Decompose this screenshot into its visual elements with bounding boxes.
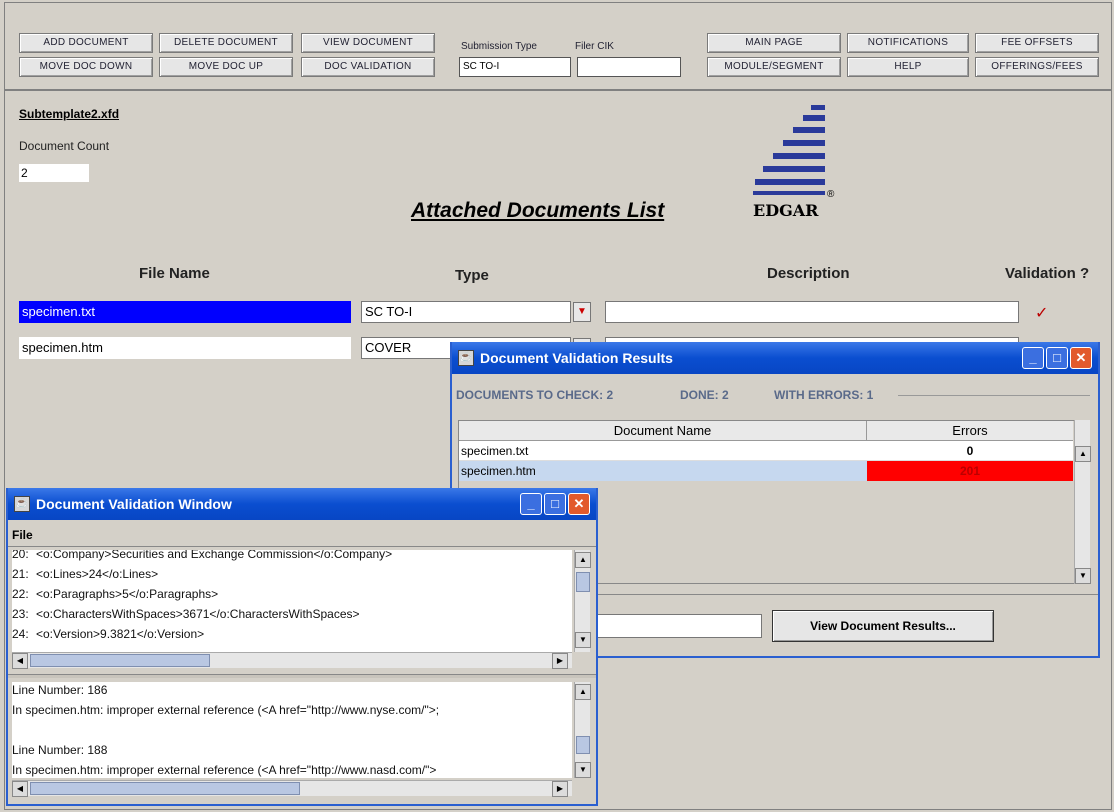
code-scrollbar-horizontal[interactable]: ◀ ▶ — [12, 652, 572, 669]
view-document-results-button[interactable]: View Document Results... — [772, 610, 994, 642]
code-line: 21: <o:Lines>24</o:Lines> — [12, 567, 159, 581]
scroll-down-icon[interactable]: ▼ — [1075, 568, 1091, 584]
col-header-validation: Validation ? — [1005, 265, 1090, 282]
filer-cik-field[interactable] — [577, 57, 681, 77]
type-field-1[interactable]: SC TO-I — [361, 301, 571, 323]
edgar-logo-text: EDGAR — [753, 201, 819, 220]
message-scrollbar-horizontal[interactable]: ◀ ▶ — [12, 780, 572, 797]
scroll-thumb[interactable] — [30, 782, 300, 795]
message-line: In specimen.htm: improper external refer… — [12, 703, 440, 717]
scroll-up-icon[interactable]: ▲ — [1075, 446, 1091, 462]
module-segment-button[interactable]: MODULE/SEGMENT — [707, 57, 841, 77]
filer-cik-label: Filer CIK — [575, 41, 614, 52]
toolbar: ADD DOCUMENT DELETE DOCUMENT VIEW DOCUME… — [5, 3, 1111, 91]
message-line: In specimen.htm: improper external refer… — [12, 763, 437, 777]
scroll-down-icon[interactable]: ▼ — [575, 632, 591, 648]
submission-type-field[interactable]: SC TO-I — [459, 57, 571, 77]
done-status: DONE: 2 — [680, 388, 729, 402]
validation-title-bar[interactable]: ☕ Document Validation Window _ □ ✕ — [8, 488, 596, 520]
registered-mark-icon: ® — [827, 189, 835, 200]
results-window-title: Document Validation Results — [480, 350, 673, 366]
validation-check-icon: ✓ — [1035, 305, 1049, 322]
result-row-name[interactable]: specimen.htm — [459, 461, 867, 481]
col-header-document-name: Document Name — [459, 421, 867, 441]
app-icon: ☕ — [14, 496, 30, 512]
results-title-bar[interactable]: ☕ Document Validation Results _ □ ✕ — [452, 342, 1098, 374]
code-line: 20: <o:Company>Securities and Exchange Co… — [12, 550, 393, 561]
code-line: 22: <o:Paragraphs>5</o:Paragraphs> — [12, 587, 219, 601]
to-check-status: DOCUMENTS TO CHECK: 2 — [456, 388, 614, 402]
fee-offsets-button[interactable]: FEE OFFSETS — [975, 33, 1099, 53]
add-document-button[interactable]: ADD DOCUMENT — [19, 33, 153, 53]
with-errors-status: WITH ERRORS: 1 — [774, 388, 874, 402]
maximize-icon[interactable]: □ — [544, 493, 566, 515]
col-header-description: Description — [767, 265, 850, 282]
scroll-left-icon[interactable]: ◀ — [12, 781, 28, 797]
page-title: Attached Documents List — [411, 199, 665, 222]
menu-divider — [8, 546, 596, 547]
move-doc-down-button[interactable]: MOVE DOC DOWN — [19, 57, 153, 77]
minimize-icon[interactable]: _ — [1022, 347, 1044, 369]
col-header-errors: Errors — [867, 421, 1073, 441]
minimize-icon[interactable]: _ — [520, 493, 542, 515]
document-count-label: Document Count — [19, 139, 110, 153]
scroll-thumb[interactable] — [576, 736, 590, 754]
type-dropdown-icon[interactable]: ▼ — [573, 302, 591, 322]
split-divider[interactable] — [8, 674, 596, 678]
offerings-fees-button[interactable]: OFFERINGS/FEES — [975, 57, 1099, 77]
delete-document-button[interactable]: DELETE DOCUMENT — [159, 33, 293, 53]
message-line: Line Number: 188 — [12, 743, 108, 757]
scroll-right-icon[interactable]: ▶ — [552, 653, 568, 669]
close-icon[interactable]: ✕ — [1070, 347, 1092, 369]
menu-file[interactable]: File — [12, 528, 33, 542]
message-scrollbar-vertical[interactable]: ▲ ▼ — [574, 682, 591, 778]
view-document-button[interactable]: VIEW DOCUMENT — [301, 33, 435, 53]
results-scrollbar[interactable]: ▲ ▼ — [1074, 420, 1091, 584]
help-button[interactable]: HELP — [847, 57, 969, 77]
maximize-icon[interactable]: □ — [1046, 347, 1068, 369]
scroll-up-icon[interactable]: ▲ — [575, 552, 591, 568]
scroll-thumb[interactable] — [576, 572, 590, 592]
col-header-type: Type — [455, 267, 489, 284]
result-row-errors: 0 — [867, 441, 1073, 461]
code-line: 23: <o:CharactersWithSpaces>3671</o:Chara… — [12, 607, 360, 621]
edgar-logo: EDGAR ® — [749, 103, 859, 223]
main-page-button[interactable]: MAIN PAGE — [707, 33, 841, 53]
result-row-errors: 201 — [867, 461, 1073, 481]
doc-validation-button[interactable]: DOC VALIDATION — [301, 57, 435, 77]
status-divider — [898, 395, 1090, 396]
scroll-left-icon[interactable]: ◀ — [12, 653, 28, 669]
code-scrollbar-vertical[interactable]: ▲ ▼ — [574, 550, 591, 652]
file-row-2[interactable]: specimen.htm — [19, 337, 351, 359]
scroll-down-icon[interactable]: ▼ — [575, 762, 591, 778]
subtemplate-link[interactable]: Subtemplate2.xfd — [19, 107, 119, 121]
validation-window: ☕ Document Validation Window _ □ ✕ File … — [6, 488, 598, 806]
col-header-file-name: File Name — [139, 265, 210, 282]
document-count-field: 2 — [19, 164, 89, 182]
scroll-thumb[interactable] — [30, 654, 210, 667]
code-line: 24: <o:Version>9.3821</o:Version> — [12, 627, 205, 641]
scroll-right-icon[interactable]: ▶ — [552, 781, 568, 797]
result-row-name[interactable]: specimen.txt — [459, 441, 867, 461]
description-field-1[interactable] — [605, 301, 1019, 323]
message-line: Line Number: 186 — [12, 683, 108, 697]
message-pane: Line Number: 186 In specimen.htm: improp… — [12, 682, 572, 778]
message-line — [12, 720, 572, 740]
file-row-1[interactable]: specimen.txt — [19, 301, 351, 323]
scroll-up-icon[interactable]: ▲ — [575, 684, 591, 700]
notifications-button[interactable]: NOTIFICATIONS — [847, 33, 969, 53]
validation-window-title: Document Validation Window — [36, 496, 232, 512]
submission-type-label: Submission Type — [461, 41, 537, 52]
move-doc-up-button[interactable]: MOVE DOC UP — [159, 57, 293, 77]
code-pane: 20: <o:Company>Securities and Exchange Co… — [12, 550, 572, 652]
app-icon: ☕ — [458, 350, 474, 366]
close-icon[interactable]: ✕ — [568, 493, 590, 515]
